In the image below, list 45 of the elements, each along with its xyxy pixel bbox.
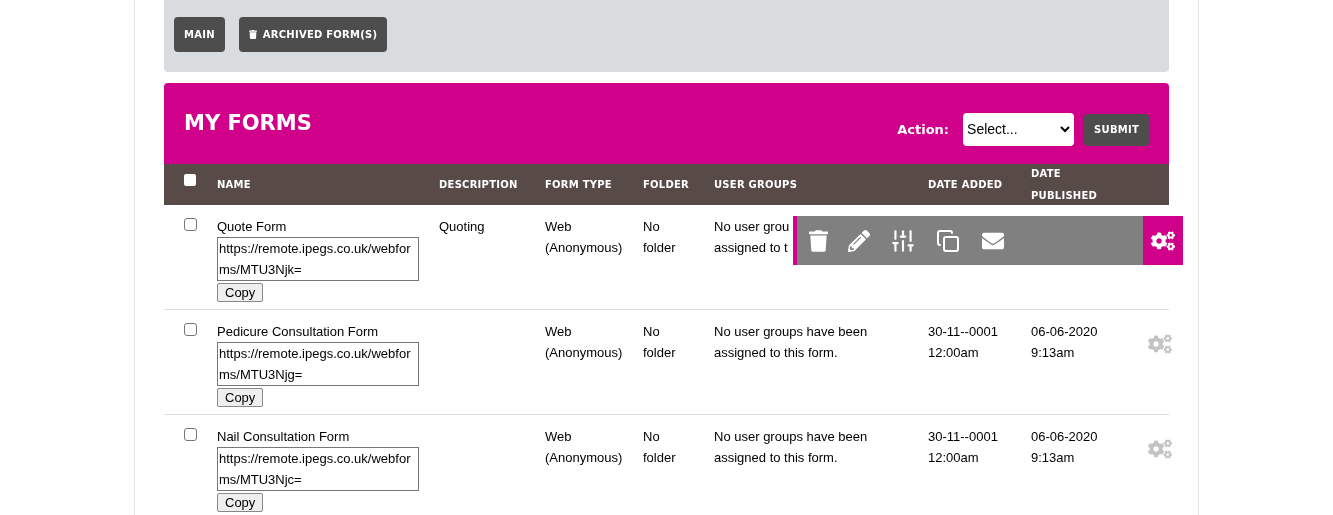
user-groups-text: No user grou assigned to t: [714, 218, 790, 257]
panel-title: MY FORMS: [184, 110, 312, 137]
copy-button[interactable]: Copy: [217, 493, 264, 512]
trash-icon[interactable]: [809, 229, 828, 252]
form-name: Pedicure Consultation Form: [217, 323, 380, 341]
form-name: Nail Consultation Form: [217, 428, 351, 446]
user-groups-text: No user groups have been assigned to this form.: [714, 428, 868, 467]
row-checkbox[interactable]: [184, 218, 197, 231]
copy-button[interactable]: Copy: [217, 388, 264, 407]
url-field[interactable]: https://remote.ipegs.co.uk/webforms/MTU3Njg=: [217, 342, 419, 386]
action-label: Action:: [897, 120, 950, 139]
column-header: FORM TYPE: [545, 177, 613, 192]
gear-toggle[interactable]: [1143, 216, 1183, 265]
copy-button[interactable]: Copy: [217, 283, 264, 302]
chevron-icon: [1060, 126, 1071, 133]
bin-icon: [248, 30, 257, 39]
settings-icon: [1151, 228, 1175, 253]
date-added-text: 30-11--0001 12:00am: [928, 323, 998, 362]
form-name: Quote Form: [217, 218, 288, 236]
form-type-text: Web (Anonymous): [545, 323, 624, 362]
sliders-icon[interactable]: [890, 227, 916, 254]
action-select[interactable]: Select...: [963, 113, 1075, 146]
row-checkbox[interactable]: [184, 323, 197, 336]
user-groups-text: No user groups have been assigned to this form.: [714, 323, 868, 362]
folder-button[interactable]: ARCHIVED FORM(S): [238, 17, 388, 52]
folder-button[interactable]: MAIN: [174, 17, 225, 52]
column-header: DATE PUBLISHED: [1031, 166, 1099, 203]
date-published-text: 06-06-2020 9:13am: [1031, 428, 1098, 467]
column-header: DESCRIPTION: [439, 177, 519, 192]
select-all-checkbox[interactable]: [184, 174, 196, 186]
date-added-text: 30-11--0001 12:00am: [928, 428, 998, 467]
column-header: NAME: [217, 177, 252, 192]
form-type-text: Web (Anonymous): [545, 428, 624, 467]
date-published-text: 06-06-2020 9:13am: [1031, 323, 1098, 362]
form-type-text: Web (Anonymous): [545, 218, 624, 257]
column-header: DATE ADDED: [928, 177, 1004, 192]
url-field[interactable]: https://remote.ipegs.co.uk/webforms/MTU3Njk=: [217, 237, 419, 281]
copy-icon[interactable]: [936, 228, 960, 253]
row-checkbox[interactable]: [184, 428, 197, 441]
pencil-icon[interactable]: [848, 229, 870, 252]
column-header: USER GROUPS: [714, 177, 799, 192]
submit-button[interactable]: SUBMIT: [1084, 113, 1149, 146]
url-field[interactable]: https://remote.ipegs.co.uk/webforms/MTU3Njc=: [217, 447, 419, 491]
description-text: Quoting: [439, 218, 486, 236]
column-header: FOLDER: [643, 177, 691, 192]
